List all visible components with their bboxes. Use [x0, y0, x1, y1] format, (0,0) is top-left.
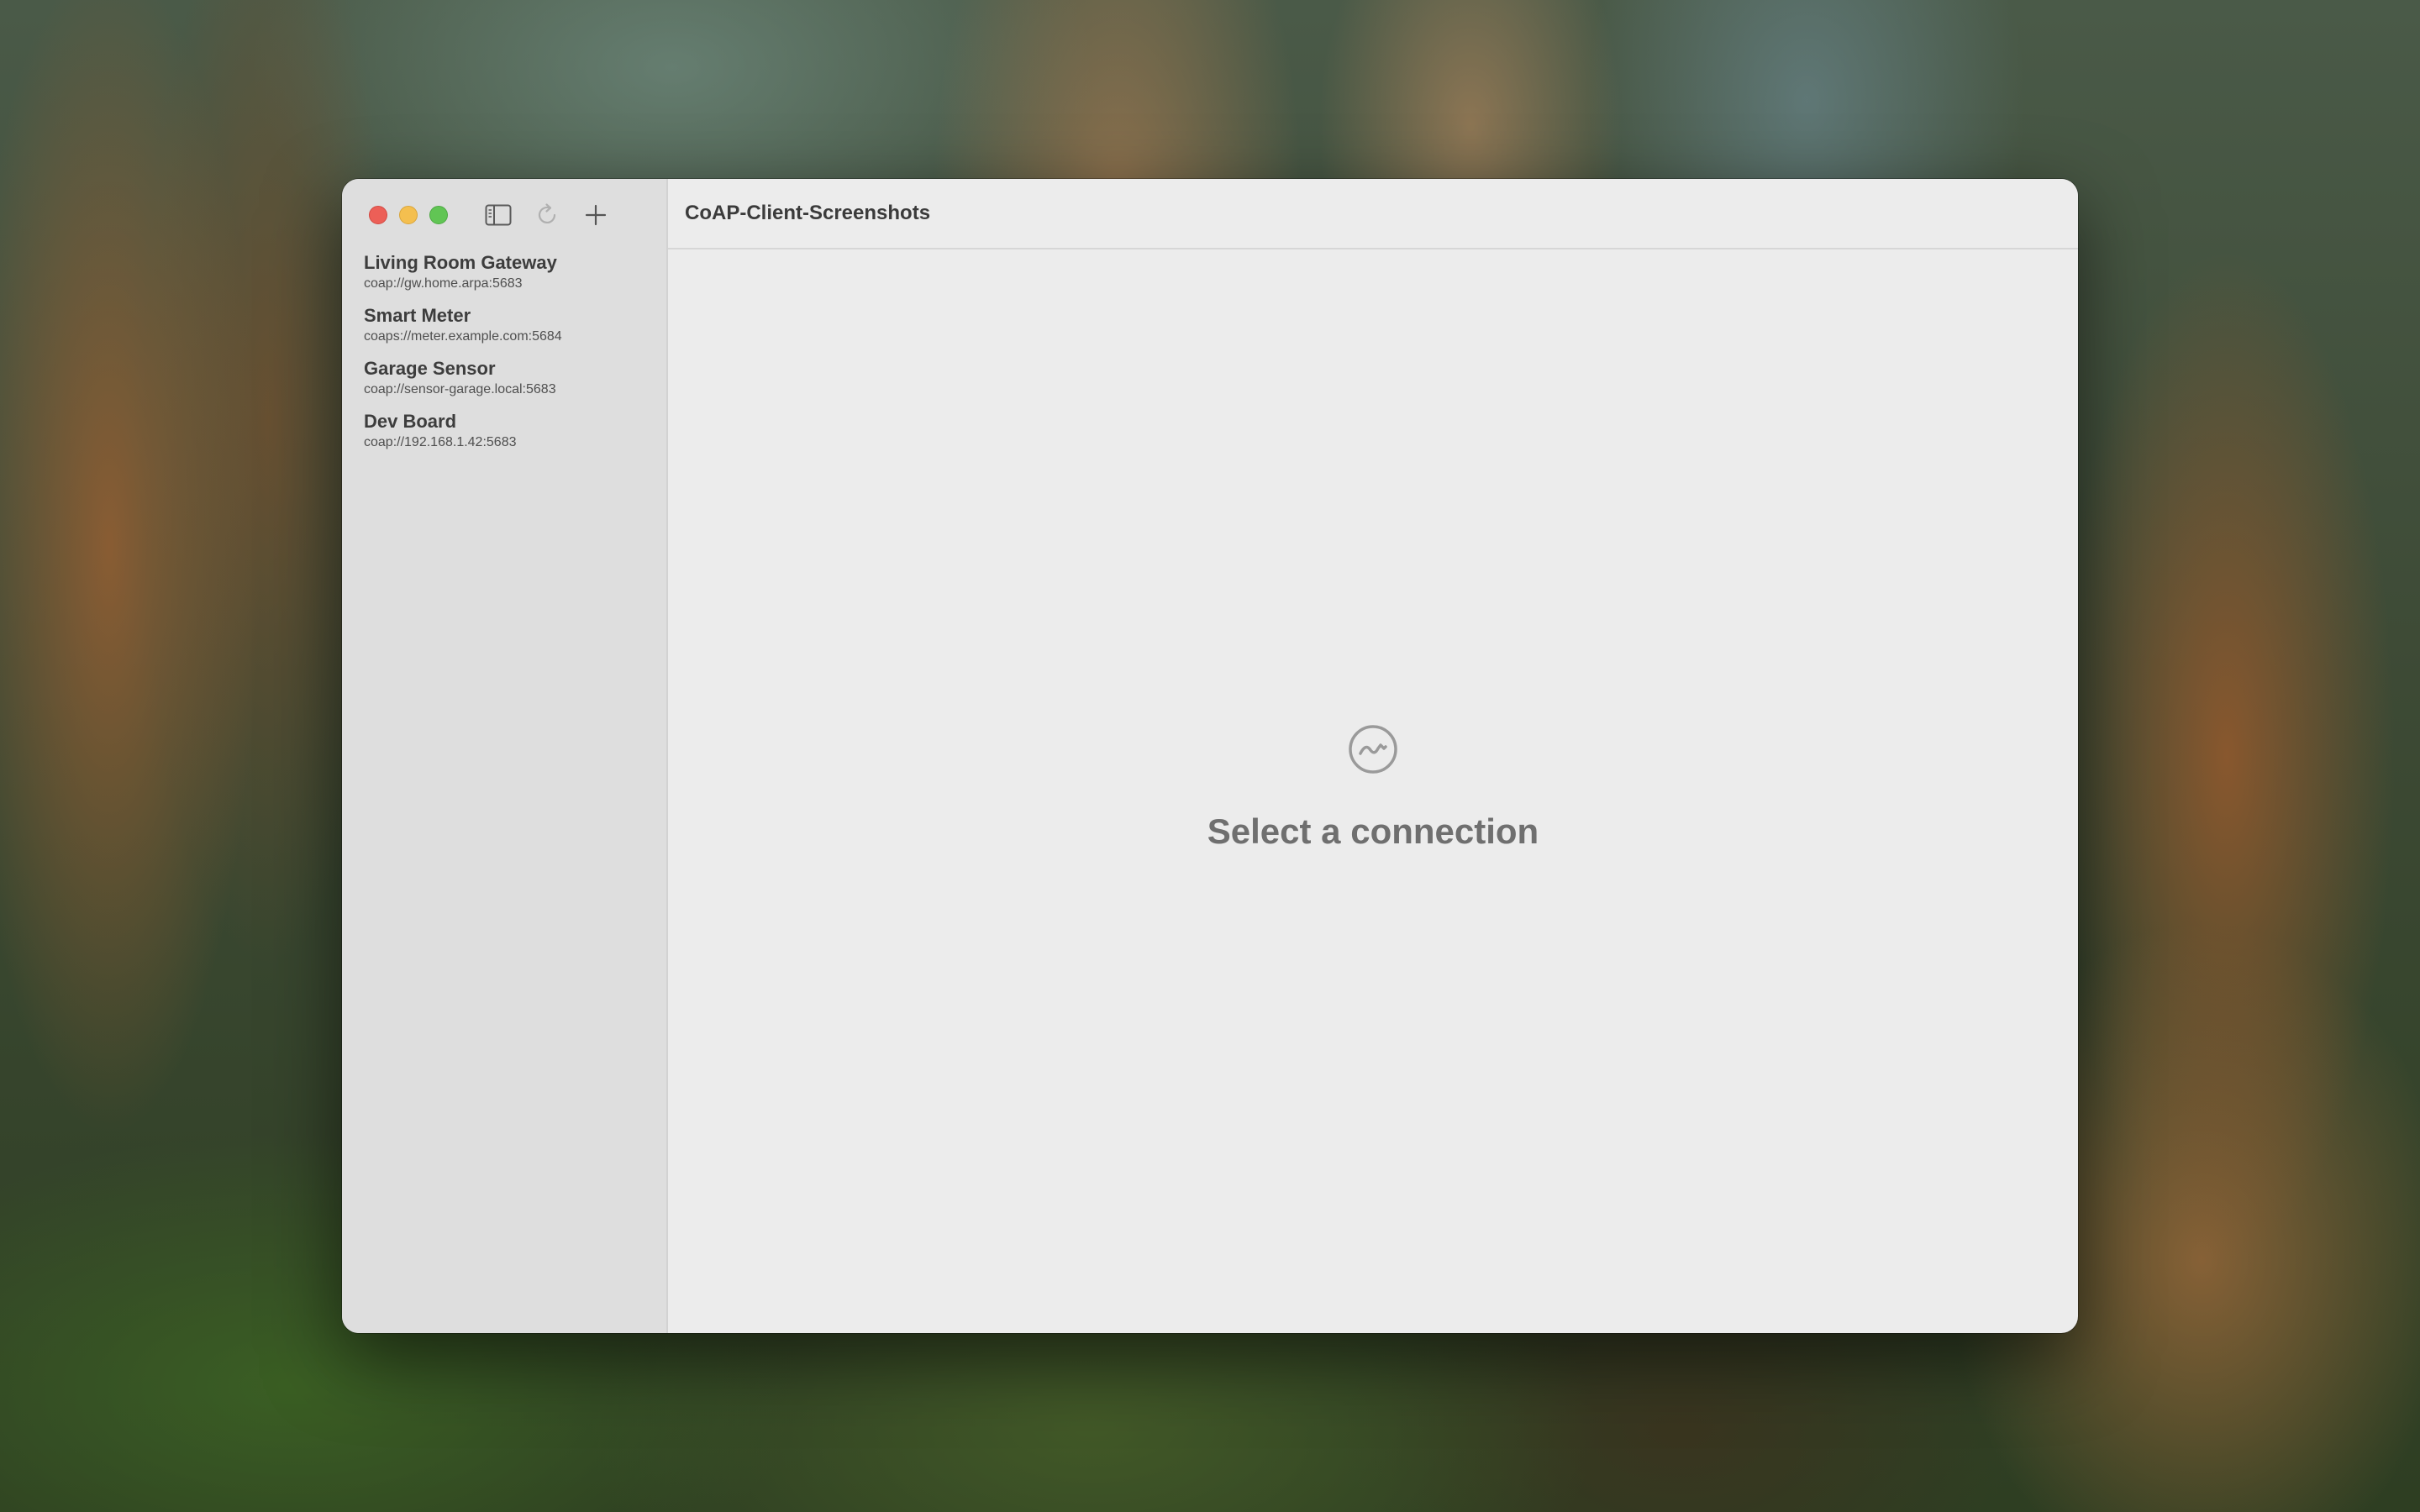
connection-name: Garage Sensor [364, 358, 496, 379]
minimize-button[interactable] [399, 206, 418, 224]
sidebar: Living Room Gateway coap://gw.home.arpa:… [342, 179, 668, 1333]
connection-url: coap://gw.home.arpa:5683 [364, 276, 523, 291]
sidebar-titlebar [342, 179, 666, 251]
connection-name: Dev Board [364, 411, 457, 432]
close-button[interactable] [369, 206, 387, 224]
zoom-button[interactable] [429, 206, 448, 224]
connection-name: Living Room Gateway [364, 252, 557, 273]
connection-item[interactable]: Garage Sensor coap://sensor-garage.local… [364, 357, 644, 410]
main-titlebar: CoAP-Client-Screenshots [668, 179, 2078, 249]
empty-state-title: Select a connection [1207, 811, 1539, 851]
empty-state: Select a connection [668, 723, 2078, 852]
sidebar-toolbar [481, 198, 613, 232]
sidebar-toggle-icon[interactable] [481, 198, 515, 232]
connection-item[interactable]: Smart Meter coaps://meter.example.com:56… [364, 304, 644, 357]
window-controls [369, 206, 448, 224]
refresh-icon[interactable] [530, 198, 564, 232]
connection-list: Living Room Gateway coap://gw.home.arpa:… [342, 251, 666, 463]
window-title: CoAP-Client-Screenshots [685, 202, 931, 224]
connection-url: coaps://meter.example.com:5684 [364, 329, 562, 344]
connection-name: Smart Meter [364, 305, 471, 326]
waveform-circle-icon [1347, 723, 1399, 780]
plus-icon[interactable] [579, 198, 613, 232]
app-window: Living Room Gateway coap://gw.home.arpa:… [342, 179, 2078, 1333]
connection-url: coap://192.168.1.42:5683 [364, 435, 517, 449]
connection-item[interactable]: Dev Board coap://192.168.1.42:5683 [364, 410, 644, 463]
connection-url: coap://sensor-garage.local:5683 [364, 382, 556, 396]
detail-content: Select a connection [668, 249, 2078, 1333]
detail-pane: CoAP-Client-Screenshots Select a connect… [668, 179, 2078, 1333]
connection-item[interactable]: Living Room Gateway coap://gw.home.arpa:… [364, 251, 644, 304]
